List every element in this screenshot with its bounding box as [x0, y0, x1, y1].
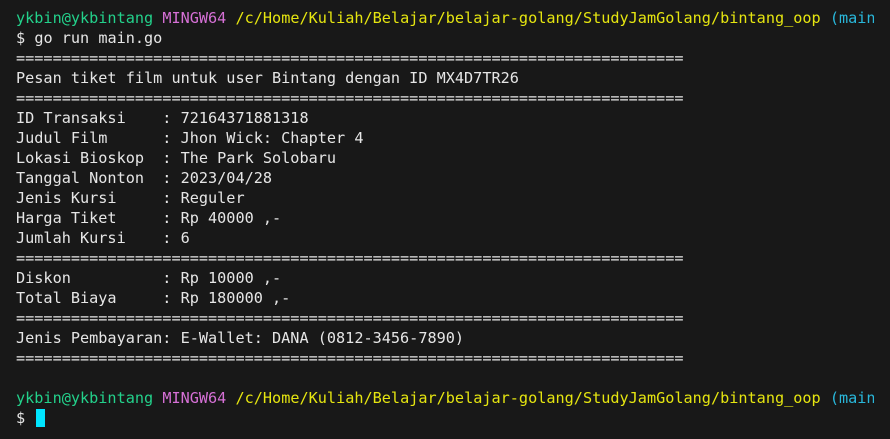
total-biaya: Total Biaya : Rp 180000 ,-: [16, 289, 291, 307]
separator-line: ========================================…: [16, 49, 684, 67]
prompt-branch: (main): [829, 389, 874, 407]
separator-line: ========================================…: [16, 309, 684, 327]
prompt-path: /c/Home/Kuliah/Belajar/belajar-golang/St…: [235, 9, 821, 27]
detail-id-transaksi: ID Transaksi : 72164371881318: [16, 109, 309, 127]
prompt-user: ykbin@ykbintang: [16, 389, 154, 407]
detail-lokasi-bioskop: Lokasi Bioskop : The Park Solobaru: [16, 149, 337, 167]
prompt-symbol: $: [16, 29, 26, 47]
separator-line: ========================================…: [16, 349, 684, 367]
output-header: Pesan tiket film untuk user Bintang deng…: [16, 69, 519, 87]
detail-judul-film: Judul Film : Jhon Wick: Chapter 4: [16, 129, 364, 147]
detail-jenis-kursi: Jenis Kursi : Reguler: [16, 189, 245, 207]
separator-line: ========================================…: [16, 249, 684, 267]
total-diskon: Diskon : Rp 10000 ,-: [16, 269, 282, 287]
command-line: $ go run main.go: [16, 28, 874, 48]
payment-line: Jenis Pembayaran: E-Wallet: DANA (0812-3…: [16, 329, 465, 347]
prompt-line-2: ykbin@ykbintang MINGW64 /c/Home/Kuliah/B…: [16, 388, 874, 408]
detail-tanggal-nonton: Tanggal Nonton : 2023/04/28: [16, 169, 273, 187]
separator-line: ========================================…: [16, 89, 684, 107]
terminal-window[interactable]: ykbin@ykbintang MINGW64 /c/Home/Kuliah/B…: [0, 0, 890, 439]
prompt-host: MINGW64: [162, 9, 227, 27]
prompt-symbol: $: [16, 409, 26, 427]
prompt-user: ykbin@ykbintang: [16, 9, 154, 27]
command-text: go run main.go: [34, 29, 163, 47]
prompt-branch: (main): [829, 9, 874, 27]
detail-jumlah-kursi: Jumlah Kursi : 6: [16, 229, 190, 247]
prompt-path: /c/Home/Kuliah/Belajar/belajar-golang/St…: [235, 389, 821, 407]
text-cursor[interactable]: [36, 409, 46, 427]
prompt-host: MINGW64: [162, 389, 227, 407]
input-line[interactable]: $: [16, 408, 874, 428]
detail-harga-tiket: Harga Tiket : Rp 40000 ,-: [16, 209, 282, 227]
prompt-line-1: ykbin@ykbintang MINGW64 /c/Home/Kuliah/B…: [16, 8, 874, 28]
